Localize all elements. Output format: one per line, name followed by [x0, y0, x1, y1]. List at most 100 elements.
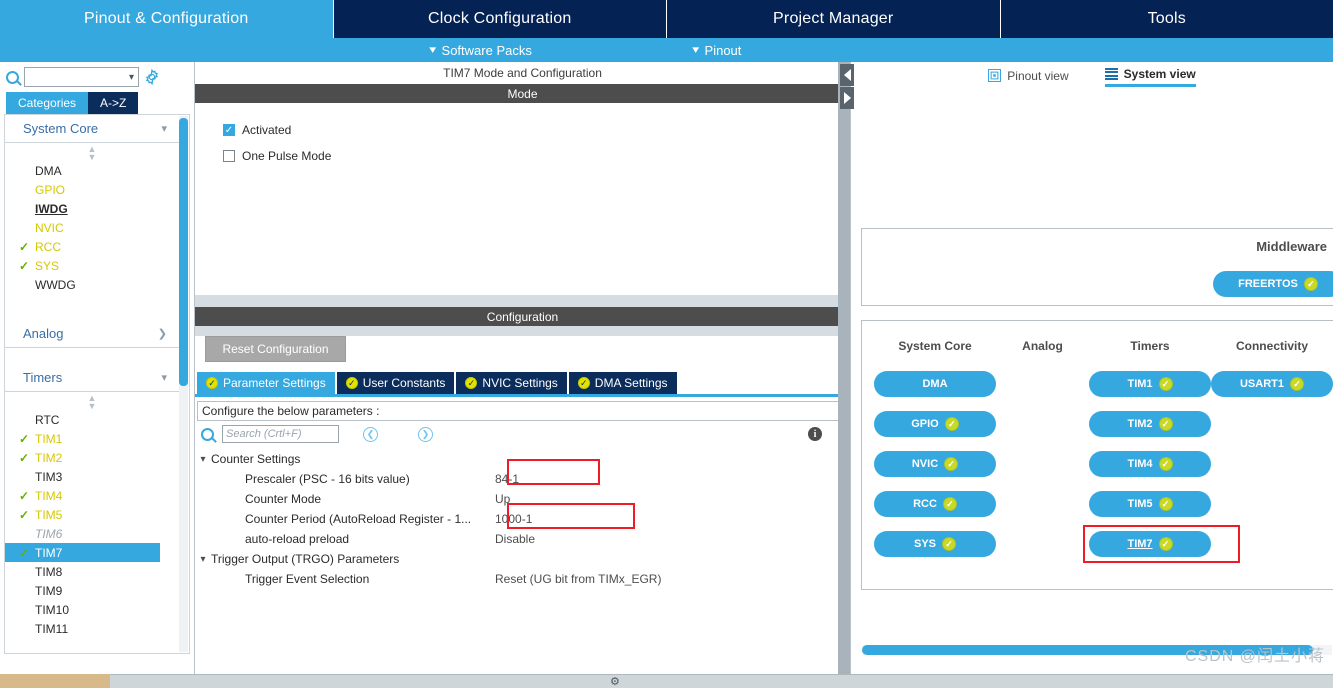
sidebar-scrollbar-thumb[interactable] [179, 118, 188, 386]
tree-item-tim3[interactable]: TIM3 [5, 467, 179, 486]
middleware-pill-freertos[interactable]: FREERTOS ✓ [1213, 271, 1333, 297]
collapse-left-button[interactable] [840, 64, 854, 86]
tree-item-iwdg[interactable]: IWDG [5, 199, 179, 218]
sidebar-tab-a-to-z[interactable]: A->Z [88, 92, 139, 114]
sidebar-vertical-scrollbar[interactable] [179, 116, 188, 652]
system-pill-tim1[interactable]: TIM1 ✓ [1089, 371, 1211, 397]
param-value[interactable]: Reset (UG bit from TIMx_EGR) [495, 572, 661, 586]
tab-system-view[interactable]: System view [1104, 67, 1196, 87]
tab-user-constants[interactable]: ✓ User Constants [336, 372, 455, 394]
chevron-down-icon: ▾ [429, 43, 437, 56]
pill-label: TIM2 [1127, 418, 1153, 430]
tree-item-rtc[interactable]: RTC [5, 410, 179, 429]
parameter-search-input[interactable]: Search (Crtl+F) [222, 425, 339, 443]
checkbox-icon[interactable] [223, 150, 235, 162]
pill-label: USART1 [1239, 378, 1284, 390]
chevron-down-icon[interactable]: ▾ [195, 454, 211, 465]
chevron-left-circle-icon[interactable]: ❮ [363, 426, 378, 442]
view-tab-label: System view [1123, 67, 1196, 81]
param-group-trigger-output[interactable]: ▾ Trigger Output (TRGO) Parameters [195, 549, 850, 569]
chevron-right-circle-icon[interactable]: ❯ [418, 426, 433, 442]
bottom-progress-indicator [0, 674, 110, 688]
system-pill-gpio[interactable]: GPIO ✓ [874, 411, 996, 437]
tree-item-tim7[interactable]: ✓ TIM7 [5, 543, 160, 562]
tree-item-label: TIM2 [35, 450, 63, 465]
tree-item-label: RCC [35, 239, 61, 254]
param-row-trigger-event-selection[interactable]: Trigger Event Selection Reset (UG bit fr… [195, 569, 850, 589]
check-icon: ✓ [19, 239, 30, 254]
tree-item-nvic[interactable]: NVIC [5, 218, 179, 237]
tree-item-label: TIM4 [35, 488, 63, 503]
tree-group-timers-body: ▲ ▼ RTC ✓ TIM1 ✓ TIM2 TIM3 ✓ TIM4 ✓ TIM5… [5, 392, 179, 642]
check-icon: ✓ [1158, 377, 1173, 391]
system-pill-tim2[interactable]: TIM2 ✓ [1089, 411, 1211, 437]
tree-item-gpio[interactable]: GPIO [5, 180, 179, 199]
param-group-label: Counter Settings [211, 452, 301, 466]
tab-pinout-view[interactable]: Pinout view [988, 69, 1069, 86]
tree-item-tim2[interactable]: ✓ TIM2 [5, 448, 179, 467]
tree-group-analog[interactable]: Analog ❯ [5, 320, 179, 348]
nav-tab-label: Pinout & Configuration [83, 10, 249, 27]
tree-group-system-core[interactable]: System Core ▾ [5, 115, 179, 143]
system-pill-tim4[interactable]: TIM4 ✓ [1089, 451, 1211, 477]
chevron-right-icon: ❯ [157, 328, 167, 340]
search-icon [201, 427, 214, 441]
configuration-vertical-scrollbar[interactable] [838, 62, 850, 674]
tree-item-dma[interactable]: DMA [5, 161, 179, 180]
checkbox-icon[interactable]: ✓ [223, 124, 235, 136]
scroll-spinner-icon[interactable]: ▲ ▼ [5, 394, 179, 411]
system-view-box: System Core DMA GPIO ✓ NVIC ✓ RCC ✓ SYS … [861, 320, 1333, 590]
sidebar-tab-categories[interactable]: Categories [6, 92, 89, 114]
mode-checkbox-activated[interactable]: ✓ Activated [223, 117, 850, 143]
mode-checkbox-one-pulse-mode[interactable]: One Pulse Mode [223, 143, 850, 169]
tree-item-tim6[interactable]: TIM6 [5, 524, 179, 543]
nav-tab-project-manager[interactable]: Project Manager [667, 0, 1001, 38]
reset-configuration-button[interactable]: Reset Configuration [205, 336, 346, 362]
tab-parameter-settings[interactable]: ✓ Parameter Settings [197, 372, 335, 394]
system-view-grid: System Core DMA GPIO ✓ NVIC ✓ RCC ✓ SYS … [862, 321, 1333, 571]
gear-icon[interactable] [144, 68, 160, 86]
status-check-icon: ✓ [577, 377, 590, 389]
tree-item-tim4[interactable]: ✓ TIM4 [5, 486, 179, 505]
nav-tab-pinout-configuration[interactable]: Pinout & Configuration [0, 0, 334, 38]
sidebar-search-input[interactable]: ▾ [24, 67, 139, 87]
tree-group-timers[interactable]: Timers ▾ [5, 364, 179, 392]
chevron-down-icon[interactable]: ▾ [195, 554, 211, 565]
tree-item-tim1[interactable]: ✓ TIM1 [5, 429, 179, 448]
system-pill-nvic[interactable]: NVIC ✓ [874, 451, 996, 477]
tree-item-rcc[interactable]: ✓ RCC [5, 237, 179, 256]
system-column-header: Connectivity [1235, 339, 1308, 353]
param-row-auto-reload-preload[interactable]: auto-reload preload Disable [195, 529, 850, 549]
tree-item-tim11[interactable]: TIM11 [5, 619, 179, 638]
tab-dma-settings[interactable]: ✓ DMA Settings [568, 372, 677, 394]
nav-tab-clock-configuration[interactable]: Clock Configuration [334, 0, 667, 38]
watermark: CSDN @闰土小蒋 [1184, 648, 1325, 665]
parameter-search-placeholder: Search (Crtl+F) [226, 428, 302, 440]
system-pill-tim5[interactable]: TIM5 ✓ [1089, 491, 1211, 517]
tab-label: User Constants [362, 376, 446, 390]
tab-nvic-settings[interactable]: ✓ NVIC Settings [456, 372, 567, 394]
tree-item-label: TIM1 [35, 431, 63, 446]
middleware-box: Middleware FREERTOS ✓ [861, 228, 1333, 306]
nav-tab-tools[interactable]: Tools [1001, 0, 1333, 38]
software-packs-menu[interactable]: ▾ Software Packs [429, 38, 532, 62]
system-pill-dma[interactable]: DMA [874, 371, 996, 397]
collapse-right-button[interactable] [840, 87, 854, 109]
tree-item-tim9[interactable]: TIM9 [5, 581, 179, 600]
param-value[interactable]: Disable [495, 532, 535, 546]
tree-item-tim5[interactable]: ✓ TIM5 [5, 505, 179, 524]
tree-item-label: TIM8 [35, 564, 63, 579]
check-icon: ✓ [19, 488, 30, 503]
panel-title-text: TIM7 Mode and Configuration [443, 66, 602, 80]
info-icon[interactable]: i [808, 427, 822, 441]
pinout-menu[interactable]: ▾ Pinout [692, 38, 741, 62]
tree-item-sys[interactable]: ✓ SYS [5, 256, 179, 275]
tree-item-tim10[interactable]: TIM10 [5, 600, 179, 619]
system-pill-rcc[interactable]: RCC ✓ [874, 491, 996, 517]
system-pill-sys[interactable]: SYS ✓ [874, 531, 996, 557]
scroll-spinner-icon[interactable]: ▲ ▼ [5, 145, 179, 162]
sidebar-tab-label: A->Z [100, 96, 127, 110]
tree-item-wwdg[interactable]: WWDG [5, 275, 179, 294]
tree-item-tim8[interactable]: TIM8 [5, 562, 179, 581]
system-pill-usart1[interactable]: USART1 ✓ [1211, 371, 1333, 397]
